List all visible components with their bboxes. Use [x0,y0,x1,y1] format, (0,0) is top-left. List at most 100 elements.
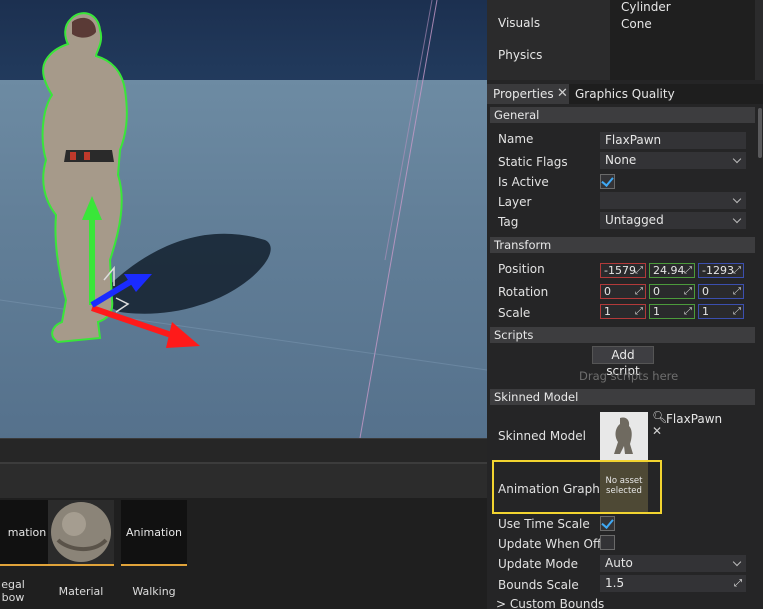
viewport-scene [0,0,487,438]
section-skinned-model[interactable]: Skinned Model [490,389,755,405]
update-when-offscreen-checkbox[interactable] [600,535,615,550]
guide-line [359,0,438,438]
asset-label: Walking [132,585,176,598]
is-active-checkbox[interactable] [600,174,615,189]
character-preview-icon [614,417,633,454]
update-mode-dropdown[interactable]: Auto [600,555,746,572]
tab-properties-label: Properties [493,87,554,101]
rotation-x-field[interactable]: 0 ⤢ [600,284,646,299]
scale-z-field[interactable]: 1 ⤢ [698,304,744,319]
is-active-label: Is Active [498,175,549,189]
asset-label: egal bow [0,578,26,604]
layer-dropdown[interactable] [600,192,746,209]
toolbox-item-cone[interactable]: Cone [621,17,652,31]
update-when-offscreen-label: Update When Offs [498,537,608,551]
drag-handle-icon[interactable]: ⤢ [734,575,742,592]
rotation-z-field[interactable]: 0 ⤢ [698,284,744,299]
position-x-value: -1579 [604,264,636,277]
static-flags-dropdown[interactable]: None [600,152,746,169]
name-label: Name [498,132,534,146]
animation-graph-label: Animation Graph [498,482,600,496]
toolbox-item-cylinder[interactable]: Cylinder [621,0,671,14]
update-mode-label: Update Mode [498,557,578,571]
toolbox-category-physics[interactable]: Physics [498,48,542,62]
position-label: Position [498,262,545,276]
tab-bar: Properties ✕ Graphics Quality [487,84,763,104]
drag-handle-icon[interactable]: ⤢ [733,264,741,277]
content-browser: mation egal bow Material Animation Walki… [0,438,487,609]
scale-x-field[interactable]: 1 ⤢ [600,304,646,319]
tag-label: Tag [498,215,519,229]
rotation-x-value: 0 [604,285,611,298]
static-flags-label: Static Flags [498,155,568,169]
scene-viewport[interactable] [0,0,487,438]
layer-label: Layer [498,195,532,209]
properties-panel: General Name FlaxPawn Static Flags None … [490,106,755,609]
position-z-field[interactable]: -1293 ⤢ [698,263,744,278]
section-general[interactable]: General [490,107,755,123]
add-script-button[interactable]: Add script [592,346,654,378]
rotation-label: Rotation [498,285,549,299]
belt-mark [84,152,90,160]
clear-icon[interactable]: ✕ [652,424,662,438]
drag-handle-icon[interactable]: ⤢ [635,305,643,318]
drag-handle-icon[interactable]: ⤢ [733,305,741,318]
editor-side-panel: Visuals Physics Cylinder Cone Properties… [487,0,763,609]
scale-label: Scale [498,306,531,320]
section-scripts[interactable]: Scripts [490,327,755,343]
skinned-model-label: Skinned Model [498,429,586,443]
animation-graph-asset-slot[interactable]: No asset selected [600,462,648,512]
scale-y-field[interactable]: 1 ⤢ [649,304,695,319]
no-asset-line: No asset [605,476,643,486]
toolbox-categories: Visuals Physics [487,0,610,80]
asset-thumbnail-animation[interactable]: Animation [121,500,187,566]
tag-dropdown[interactable]: Untagged [600,212,746,229]
no-asset-line: selected [606,486,642,496]
belt-mark [70,152,76,160]
drag-handle-icon[interactable]: ⤢ [684,264,692,277]
skinned-model-thumbnail[interactable] [600,412,648,460]
bounds-scale-value: 1.5 [605,576,625,590]
drag-handle-icon[interactable]: ⤢ [733,285,741,298]
name-field[interactable]: FlaxPawn [600,132,746,149]
asset-thumbnail-material[interactable] [48,500,114,566]
bounds-scale-field[interactable]: 1.5 ⤢ [600,575,746,592]
skinned-model-asset-name: FlaxPawn [666,412,723,426]
drag-handle-icon[interactable]: ⤢ [635,264,643,277]
rotation-y-field[interactable]: 0 ⤢ [649,284,695,299]
guide-line [384,0,433,261]
toolbox-items: Cylinder Cone [610,0,755,80]
position-y-field[interactable]: 24.94 ⤢ [649,263,695,278]
drag-scripts-hint: Drag scripts here [579,369,679,383]
use-time-scale-checkbox[interactable] [600,516,615,531]
drag-handle-icon[interactable]: ⤢ [635,285,643,298]
position-z-value: -1293 [702,264,734,277]
tab-close-icon[interactable]: ✕ [557,84,568,104]
material-sphere-icon [51,502,111,562]
content-path-bar [0,462,487,498]
section-transform[interactable]: Transform [490,237,755,253]
asset-label-line: egal [1,578,25,591]
custom-bounds-expander[interactable]: > Custom Bounds [496,597,604,609]
rotation-z-value: 0 [702,285,709,298]
search-icon[interactable]: 🔍︎ [652,410,667,424]
use-time-scale-label: Use Time Scale [498,517,590,531]
position-x-field[interactable]: -1579 ⤢ [600,263,646,278]
content-toolbar [0,438,487,463]
asset-thumb-text: Animation [125,526,183,539]
scale-y-value: 1 [653,305,660,318]
toolbox-panel: Visuals Physics Cylinder Cone [487,0,763,80]
toolbox-category-visuals[interactable]: Visuals [498,16,540,30]
character-shadow [95,233,271,314]
properties-scrollbar[interactable] [758,108,762,158]
drag-handle-icon[interactable]: ⤢ [684,305,692,318]
asset-label-line: bow [1,591,25,604]
drag-handle-icon[interactable]: ⤢ [684,285,692,298]
asset-label: Material [58,585,104,598]
rotation-y-value: 0 [653,285,660,298]
position-y-value: 24.94 [653,264,685,277]
tab-graphics-quality[interactable]: Graphics Quality [569,84,681,104]
scale-z-value: 1 [702,305,709,318]
scale-x-value: 1 [604,305,611,318]
bounds-scale-label: Bounds Scale [498,578,579,592]
